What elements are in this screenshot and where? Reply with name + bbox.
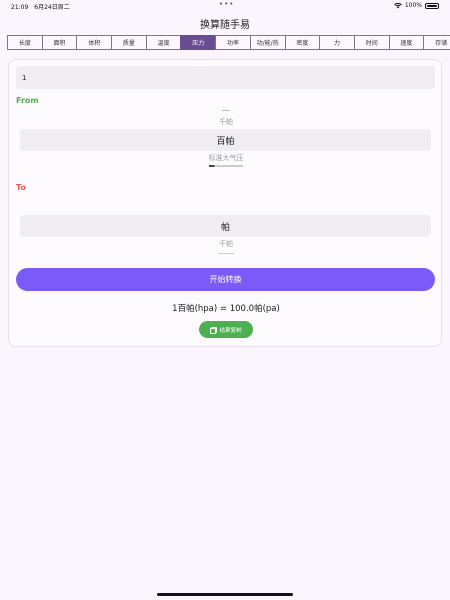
- tab-mass[interactable]: 质量: [111, 35, 146, 50]
- from-option-above[interactable]: 千帕: [9, 117, 443, 127]
- to-picker-faded-bottom: [9, 252, 443, 255]
- to-label: To: [16, 183, 26, 192]
- wifi-icon: [393, 2, 402, 8]
- battery-icon: [425, 2, 439, 9]
- multitasking-dots[interactable]: •••: [219, 0, 234, 8]
- tab-temperature[interactable]: 温度: [145, 35, 181, 50]
- status-right: 100%: [393, 2, 439, 9]
- copy-result-button[interactable]: 结果复制: [199, 321, 253, 338]
- category-tabs: 长度 面积 体积 质量 温度 压力 功率 功/能/热 密度 力 时间 速度 存储: [7, 35, 450, 50]
- from-picker-faded-bottom: [9, 165, 443, 168]
- tab-density[interactable]: 密度: [284, 35, 320, 50]
- copy-icon: [210, 326, 218, 334]
- copy-button-label: 结果复制: [219, 327, 242, 334]
- tab-storage[interactable]: 存储: [423, 35, 450, 50]
- value-input[interactable]: [16, 66, 435, 89]
- tab-area[interactable]: 面积: [41, 35, 77, 50]
- from-picker-faded-top: [9, 109, 443, 112]
- status-time: 21:09 6月24日周二: [11, 4, 70, 11]
- battery-percent: 100%: [404, 2, 422, 9]
- tab-pressure[interactable]: 压力: [180, 35, 216, 50]
- tab-speed[interactable]: 速度: [388, 35, 424, 50]
- tab-volume[interactable]: 体积: [76, 35, 112, 50]
- tab-force[interactable]: 力: [319, 35, 354, 50]
- result-text: 1百帕(hpa) = 100.0帕(pa): [172, 304, 280, 314]
- convert-button[interactable]: 开始转换: [16, 268, 435, 291]
- to-option-below[interactable]: 千帕: [9, 239, 443, 249]
- tab-power[interactable]: 功率: [215, 35, 250, 50]
- from-label: From: [16, 96, 39, 105]
- home-indicator[interactable]: [157, 593, 293, 596]
- status-bar: 21:09 6月24日周二 ••• 100%: [0, 0, 450, 12]
- page-title: 换算随手易: [200, 20, 250, 31]
- tab-length[interactable]: 长度: [7, 35, 42, 50]
- tab-energy[interactable]: 功/能/热: [249, 35, 285, 50]
- converter-card: From 千帕 百帕 标准大气压 To 帕 千帕 开始转换 1百帕(hpa) =…: [8, 59, 442, 347]
- to-selected-unit[interactable]: 帕: [20, 215, 431, 237]
- from-option-below[interactable]: 标准大气压: [9, 153, 443, 163]
- tab-time[interactable]: 时间: [353, 35, 389, 50]
- status-date: 6月24日周二: [34, 4, 70, 11]
- from-selected-unit[interactable]: 百帕: [20, 129, 431, 151]
